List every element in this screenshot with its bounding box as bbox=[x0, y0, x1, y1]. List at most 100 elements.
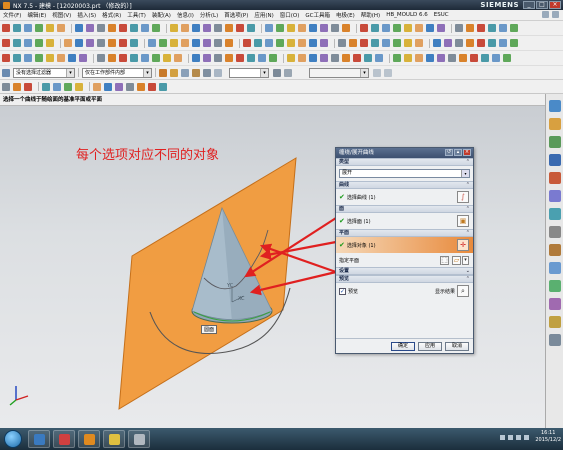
path-icon[interactable] bbox=[384, 68, 392, 77]
toolbar-tool-icon[interactable] bbox=[46, 54, 54, 62]
toolbar-tool-icon[interactable] bbox=[236, 24, 244, 32]
toolbar-tool-icon[interactable] bbox=[510, 24, 518, 32]
toolbar-tool-icon[interactable] bbox=[404, 39, 412, 47]
curve-icon[interactable]: ∫ bbox=[457, 191, 469, 203]
toolbar-tool-icon[interactable] bbox=[119, 24, 127, 32]
resource-bar-icon[interactable] bbox=[548, 172, 561, 184]
toolbar-tool-icon[interactable] bbox=[24, 82, 32, 91]
toolbar-tool-icon[interactable] bbox=[342, 24, 350, 32]
toolbar-tool-icon[interactable] bbox=[68, 54, 76, 62]
toolbar-tool-icon[interactable] bbox=[42, 82, 50, 91]
toolbar-tool-icon[interactable] bbox=[481, 54, 489, 62]
menu-analysis[interactable]: 分析(L) bbox=[200, 11, 218, 19]
toolbar-tool-icon[interactable] bbox=[93, 82, 101, 91]
toolbar-tool-icon[interactable] bbox=[130, 39, 138, 47]
select-all-icon[interactable] bbox=[181, 68, 189, 77]
toolbar-tool-icon[interactable] bbox=[258, 54, 266, 62]
toolbar-tool-icon[interactable] bbox=[455, 39, 463, 47]
toolbar-tool-icon[interactable] bbox=[75, 82, 83, 91]
toolbar-tool-icon[interactable] bbox=[86, 24, 94, 32]
toolbar-tool-icon[interactable] bbox=[320, 54, 328, 62]
toolbar-tool-icon[interactable] bbox=[488, 39, 496, 47]
toolbar-tool-icon[interactable] bbox=[192, 24, 200, 32]
toolbar-tool-icon[interactable] bbox=[254, 39, 262, 47]
tray-icon[interactable] bbox=[508, 434, 514, 440]
type-select[interactable]: 展开 ▾ bbox=[339, 169, 470, 178]
taskbar-app-4[interactable] bbox=[103, 430, 125, 448]
close-button[interactable]: × bbox=[549, 1, 561, 9]
toolbar-tool-icon[interactable] bbox=[97, 39, 105, 47]
toolbar-tool-icon[interactable] bbox=[364, 54, 372, 62]
toolbar-tool-icon[interactable] bbox=[309, 24, 317, 32]
toolbar-tool-icon[interactable] bbox=[108, 54, 116, 62]
taskbar-app-5[interactable] bbox=[128, 430, 150, 448]
toolbar-tool-icon[interactable] bbox=[24, 54, 32, 62]
toolbar-tool-icon[interactable] bbox=[499, 39, 507, 47]
toolbar-tool-icon[interactable] bbox=[349, 39, 357, 47]
toolbar-tool-icon[interactable] bbox=[309, 54, 317, 62]
resource-bar-icon[interactable] bbox=[548, 262, 561, 274]
section-curve[interactable]: 曲线 ⌃ bbox=[336, 181, 473, 189]
toolbar-tool-icon[interactable] bbox=[393, 39, 401, 47]
toolbar-tool-icon[interactable] bbox=[35, 24, 43, 32]
toolbar-tool-icon[interactable] bbox=[488, 24, 496, 32]
toolbar-tool-icon[interactable] bbox=[2, 39, 10, 47]
assembly-filter-icon[interactable] bbox=[159, 68, 167, 77]
resource-bar-icon[interactable] bbox=[548, 316, 561, 328]
toolbar-tool-icon[interactable] bbox=[287, 39, 295, 47]
toolbar-tool-icon[interactable] bbox=[276, 39, 284, 47]
toolbar-tool-icon[interactable] bbox=[320, 39, 328, 47]
toolbar-tool-icon[interactable] bbox=[225, 54, 233, 62]
section-plane[interactable]: 平面 ⌃ bbox=[336, 229, 473, 237]
resource-bar-icon[interactable] bbox=[548, 190, 561, 202]
toolbar-tool-icon[interactable] bbox=[13, 24, 21, 32]
toolbar-tool-icon[interactable] bbox=[53, 82, 61, 91]
toolbar-tool-icon[interactable] bbox=[119, 39, 127, 47]
toolbar-tool-icon[interactable] bbox=[35, 54, 43, 62]
toolbar-tool-icon[interactable] bbox=[371, 24, 379, 32]
toolbar-tool-icon[interactable] bbox=[141, 54, 149, 62]
toolbar-tool-icon[interactable] bbox=[455, 24, 463, 32]
menu-edit[interactable]: 编辑(E) bbox=[27, 11, 46, 19]
menu-gc-toolbox[interactable]: GC工具箱 bbox=[305, 11, 330, 19]
toolbar-tool-icon[interactable] bbox=[141, 24, 149, 32]
ok-button[interactable]: 确定 bbox=[391, 341, 415, 351]
resource-bar-icon[interactable] bbox=[548, 208, 561, 220]
toolbar-tool-icon[interactable] bbox=[97, 24, 105, 32]
reset-icon[interactable]: ↺ bbox=[445, 149, 453, 156]
toolbar-tool-icon[interactable] bbox=[148, 82, 156, 91]
toolbar-tool-icon[interactable] bbox=[79, 54, 87, 62]
section-type[interactable]: 类型 ⌃ bbox=[336, 158, 473, 166]
snap-icon[interactable] bbox=[192, 68, 200, 77]
tray-icon[interactable] bbox=[516, 434, 522, 440]
toolbar-tool-icon[interactable] bbox=[192, 39, 200, 47]
toolbar-tool-icon[interactable] bbox=[192, 54, 200, 62]
toolbar-tool-icon[interactable] bbox=[203, 39, 211, 47]
toolbar-tool-icon[interactable] bbox=[342, 54, 350, 62]
section-preview[interactable]: 预览 ⌃ bbox=[336, 275, 473, 283]
type-filter-select[interactable]: 没有选择过滤器 ▾ bbox=[13, 67, 75, 78]
close-doc-icon[interactable] bbox=[552, 11, 559, 18]
toolbar-tool-icon[interactable] bbox=[393, 54, 401, 62]
toolbar-tool-icon[interactable] bbox=[203, 24, 211, 32]
select-face-row[interactable]: ✔ 选择面 (1) ▣ bbox=[336, 213, 473, 229]
menu-esuc[interactable]: ESUC bbox=[434, 12, 449, 18]
toolbar-tool-icon[interactable] bbox=[247, 24, 255, 32]
menu-electrode[interactable]: 电极(E) bbox=[336, 11, 355, 19]
toolbar-tool-icon[interactable] bbox=[119, 54, 127, 62]
toolbar-tool-icon[interactable] bbox=[466, 39, 474, 47]
dialog-close-button[interactable]: × bbox=[463, 149, 471, 156]
toolbar-tool-icon[interactable] bbox=[466, 24, 474, 32]
toolbar-tool-icon[interactable] bbox=[426, 24, 434, 32]
toolbar-tool-icon[interactable] bbox=[24, 39, 32, 47]
toolbar-tool-icon[interactable] bbox=[247, 54, 255, 62]
menu-information[interactable]: 信息(I) bbox=[177, 11, 194, 19]
toolbar-tool-icon[interactable] bbox=[298, 24, 306, 32]
crosshair-icon[interactable]: ✛ bbox=[457, 239, 469, 251]
menu-preferences[interactable]: 首选项(P) bbox=[224, 11, 248, 19]
menu-application[interactable]: 应用(N) bbox=[254, 11, 273, 19]
toolbar-tool-icon[interactable] bbox=[360, 39, 368, 47]
menu-assembly[interactable]: 装配(A) bbox=[152, 11, 171, 19]
toolbar-tool-icon[interactable] bbox=[137, 82, 145, 91]
toolbar-tool-icon[interactable] bbox=[298, 54, 306, 62]
